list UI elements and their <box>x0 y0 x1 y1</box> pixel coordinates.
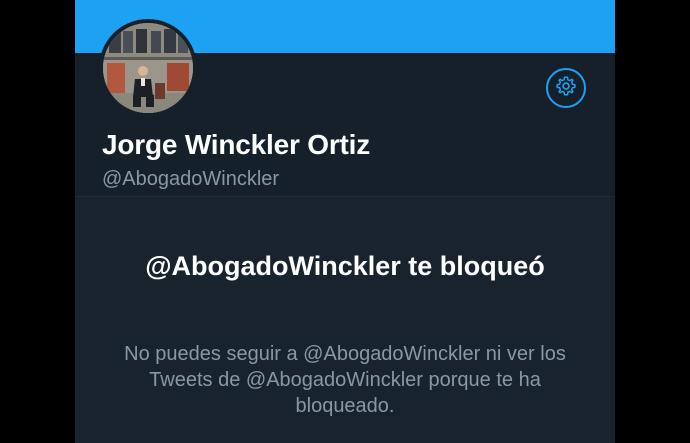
avatar[interactable] <box>99 19 197 117</box>
blocked-title: @AbogadoWinckler te bloqueó <box>145 251 545 281</box>
settings-button[interactable] <box>546 68 586 108</box>
profile-handle: @AbogadoWinckler <box>102 168 280 190</box>
profile-info: Jorge Winckler Ortiz @AbogadoWinckler <box>102 126 370 193</box>
blocked-message: No puedes seguir a @AbogadoWinckler ni v… <box>124 343 566 417</box>
blocked-notice: @AbogadoWinckler te bloqueó No puedes se… <box>75 196 615 443</box>
display-name: Jorge Winckler Ortiz <box>102 129 371 160</box>
gear-icon <box>555 75 577 102</box>
profile-screen: Jorge Winckler Ortiz @AbogadoWinckler @A… <box>75 0 615 443</box>
